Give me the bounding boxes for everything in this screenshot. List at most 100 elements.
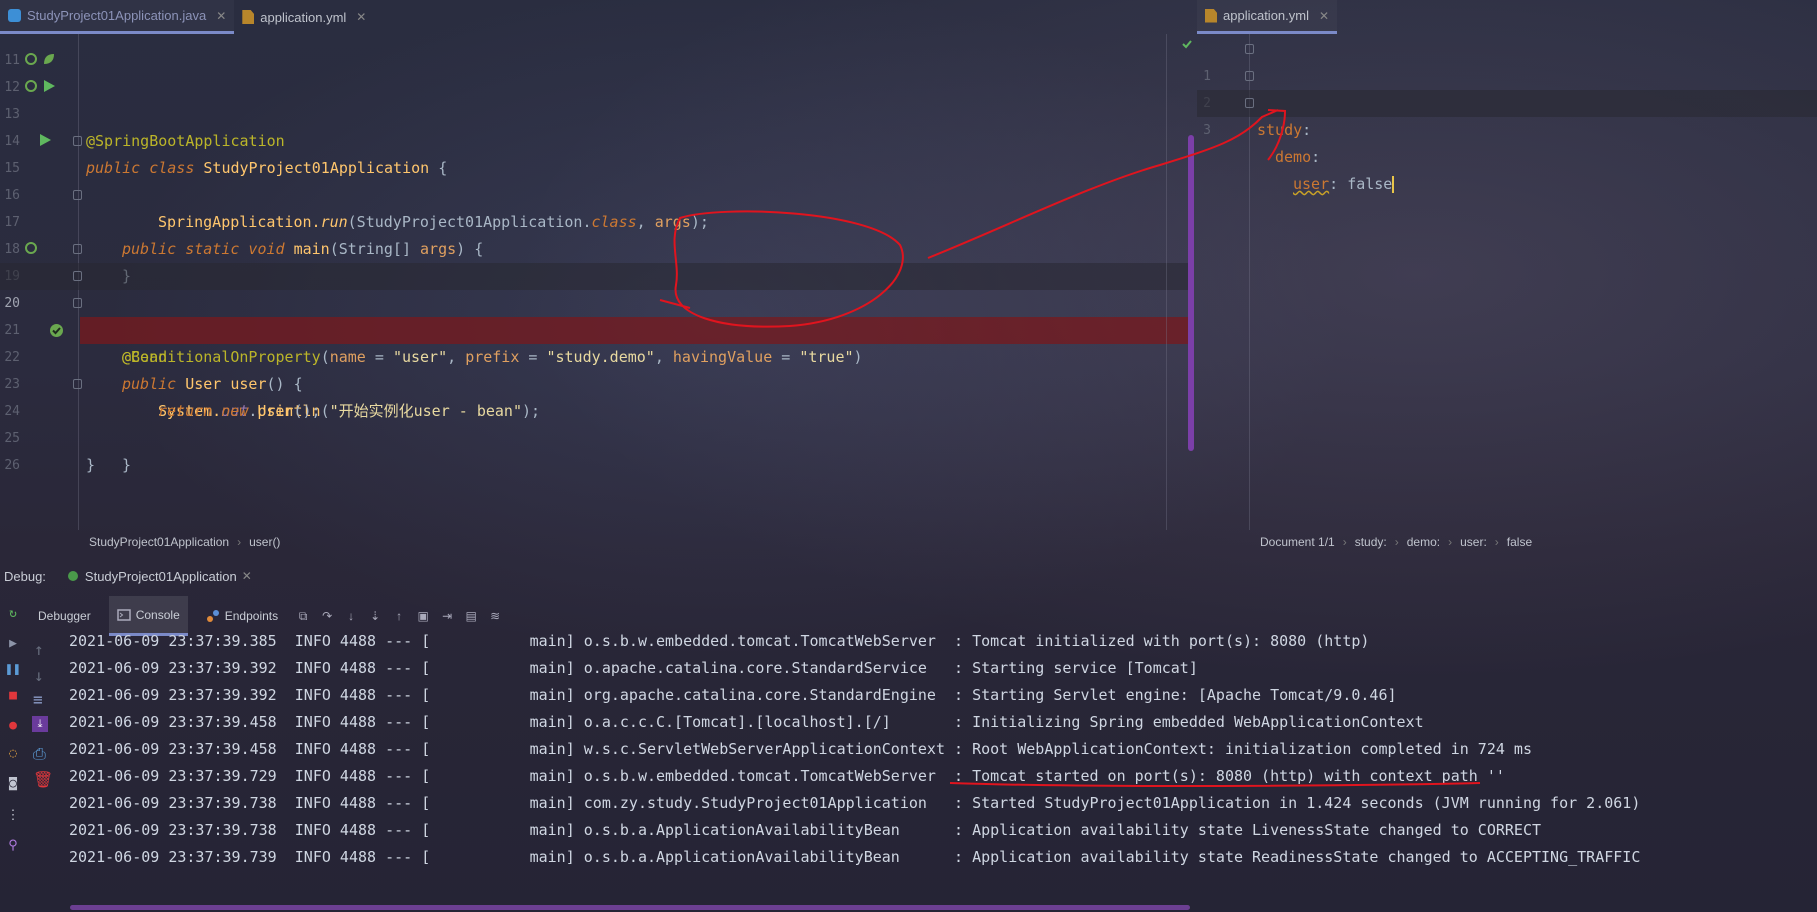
code-line-15: 15 public static void main(String[] args… [0,128,1190,258]
spring-bean-icon[interactable] [24,79,38,93]
log-line: 2021-06-09 23:37:39.385 INFO 4488 --- [ … [69,632,1370,650]
inspection-ok-icon [1182,40,1192,49]
log-line: 2021-06-09 23:37:39.392 INFO 4488 --- [ … [69,659,1198,677]
breadcrumb: StudyProject01Application › user() [89,530,280,554]
tab-label: Console [135,607,180,622]
fold-marker-icon[interactable] [1245,44,1254,54]
tab-label: Endpoints [224,609,279,623]
code-line-24: 24 } [0,371,1190,474]
log-line: 2021-06-09 23:37:39.729 INFO 4488 --- [ … [69,767,1505,785]
tab-label: application.yml [1223,8,1309,23]
chevron-right-icon: › [1494,535,1499,549]
yaml-breadcrumb: Document 1/1 › study: › demo: › user: › … [1260,530,1532,554]
spring-bean-icon[interactable] [24,241,38,255]
gutter-icons [38,133,52,147]
yaml-line-2: 2 demo: [1197,63,1817,166]
breadcrumb-item[interactable]: false [1507,535,1532,549]
drop-frame-icon[interactable]: ▣ [416,609,430,623]
code-line-16: 16 SpringApplication.run(StudyProject01A… [0,155,1190,231]
spring-bean-icon[interactable] [24,52,38,66]
chevron-right-icon: › [1342,535,1347,549]
breadcrumb-item: Document 1/1 [1260,535,1335,549]
code-text: } [122,456,132,474]
chevron-right-icon: › [1448,535,1453,549]
close-tab-icon[interactable]: ✕ [1319,9,1329,23]
yaml-file-icon [1205,8,1217,23]
yaml-line-3: 3 user: false [1197,90,1817,193]
code-text: study: [1257,121,1312,139]
code-line-12: 12 @SpringBootApplication [0,47,1190,150]
code-line-18: 18 [0,209,1190,257]
debug-label: Debug: [4,568,46,584]
horizontal-scrollbar[interactable] [70,905,1190,910]
tab-label: Debugger [38,609,91,623]
editor-tabbar-right: application.yml ✕ [1197,0,1338,34]
code-line-25: 25 } [0,398,1190,474]
fold-marker-icon[interactable] [73,190,82,200]
run-icon[interactable] [38,133,52,147]
step-into-icon[interactable]: ↓ [344,609,358,623]
rerun-icon[interactable]: ↻ [4,604,22,622]
line-number: 3 [1203,123,1211,138]
code-text: user: false [1293,175,1395,193]
console-icon [116,608,131,621]
step-out-icon[interactable]: ↑ [392,609,406,623]
log-line: 2021-06-09 23:37:39.458 INFO 4488 --- [ … [69,740,1532,758]
spring-boot-run-icon [67,571,78,581]
spring-leaf-icon[interactable] [42,52,56,66]
restore-layout-icon[interactable]: ⧉ [296,609,310,623]
fold-marker-icon[interactable] [73,244,82,254]
force-step-into-icon[interactable]: ⇣ [368,609,382,623]
run-icon[interactable] [42,79,56,93]
fold-marker-icon[interactable] [73,271,82,281]
endpoints-icon [206,610,219,622]
code-text: demo: [1275,148,1321,166]
code-text: } [86,456,96,474]
fold-marker-icon[interactable] [1245,71,1254,81]
close-session-icon[interactable]: ✕ [242,569,252,583]
fold-marker-icon[interactable] [73,379,82,389]
line-number: 26 [4,458,20,473]
code-line-21: 21 public User user() { [0,290,1190,393]
chevron-right-icon: › [1394,535,1399,549]
gutter-icons [24,79,56,93]
debug-tool-window-header: Debug: StudyProject01Application ✕ [0,562,1817,590]
gutter-icons [24,52,56,66]
breadcrumb-item[interactable]: study: [1355,535,1387,549]
log-line: 2021-06-09 23:37:39.739 INFO 4488 --- [ … [69,848,1641,866]
fold-marker-icon[interactable] [73,136,82,146]
log-line: 2021-06-09 23:37:39.392 INFO 4488 --- [ … [69,686,1397,704]
breadcrumb-item[interactable]: demo: [1407,535,1440,549]
log-line: 2021-06-09 23:37:39.738 INFO 4488 --- [ … [69,821,1542,839]
tab-application-yml-right[interactable]: application.yml ✕ [1197,0,1338,34]
fold-marker-icon[interactable] [1245,98,1254,108]
debug-session-label: StudyProject01Application [84,568,237,584]
java-editor[interactable]: 11 12 @SpringBootApplication 13 public c… [0,34,1190,530]
code-line-13: 13 public class StudyProject01Applicatio… [0,74,1190,177]
breadcrumb-item[interactable]: user() [249,535,280,549]
text-caret [1392,176,1395,193]
code-line-17: 17 } [0,182,1190,285]
trace-stream-icon[interactable]: ≋ [488,609,502,623]
code-line-23: 23 return new User(); [0,344,1190,420]
debug-session-tab[interactable]: StudyProject01Application ✕ [66,569,252,584]
evaluate-expression-icon[interactable]: ▤ [464,609,478,623]
step-over-icon[interactable]: ↷ [320,609,334,623]
log-line: 2021-06-09 23:37:39.738 INFO 4488 --- [ … [69,794,1641,812]
vertical-scrollbar[interactable] [1188,135,1194,451]
code-line-14: 14 [0,101,1190,149]
code-line-20: 20 @ConditionalOnProperty(name = "user",… [0,263,1190,366]
run-to-cursor-icon[interactable]: ⇥ [440,609,454,623]
fold-marker-icon[interactable] [73,298,82,308]
chevron-right-icon: › [237,535,242,549]
console-output[interactable]: 2021-06-09 23:37:39.385 INFO 4488 --- [ … [0,628,1817,890]
breadcrumb-item[interactable]: StudyProject01Application [89,535,229,549]
code-line-26: 26 [0,425,1190,473]
editor-split-divider[interactable] [1166,34,1167,530]
code-line-11: 11 [0,20,1190,68]
code-line-19: 19 @Bean [0,236,1190,366]
breakpoint-check-icon[interactable] [49,323,64,338]
yaml-editor[interactable]: 1 study: 2 demo: 3 user: false [1182,34,1817,530]
yaml-line-1: 1 study: [1197,36,1817,139]
breadcrumb-item[interactable]: user: [1460,535,1487,549]
